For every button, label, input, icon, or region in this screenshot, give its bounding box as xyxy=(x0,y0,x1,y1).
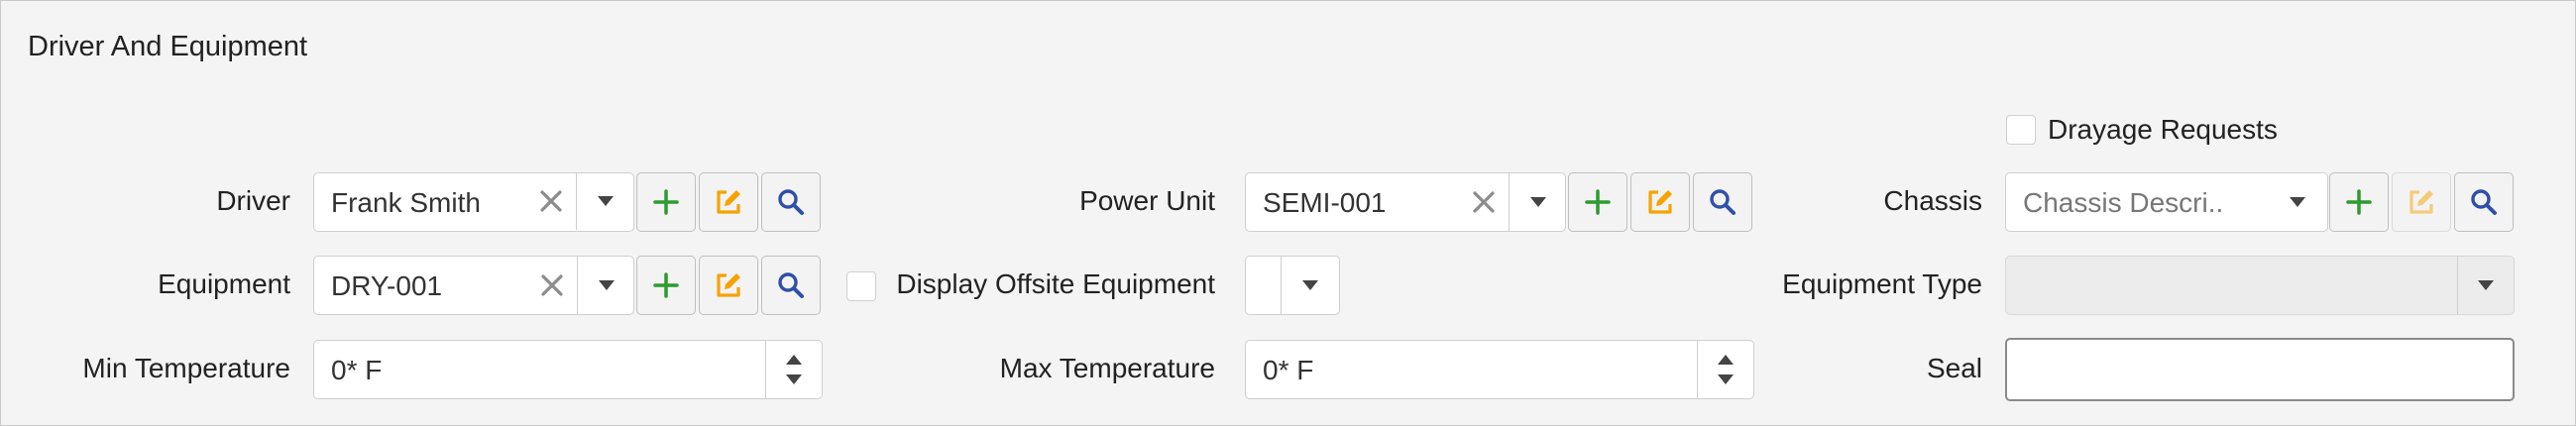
plus-icon xyxy=(653,189,679,215)
power-unit-label: Power Unit xyxy=(1079,185,1215,216)
driver-combobox[interactable]: Frank Smith xyxy=(313,172,634,232)
equipment-edit-button[interactable] xyxy=(699,256,758,315)
display-offsite-equipment-checkbox[interactable] xyxy=(846,271,876,301)
min-temperature-value: 0* F xyxy=(331,355,383,385)
spinner-arrows-icon[interactable] xyxy=(1698,341,1753,398)
spinner-arrows-icon[interactable] xyxy=(766,341,822,398)
plus-icon xyxy=(2346,189,2372,215)
chevron-down-icon[interactable] xyxy=(1510,173,1567,231)
search-icon xyxy=(1710,189,1736,215)
increment-arrow[interactable] xyxy=(1718,355,1734,365)
chassis-placeholder: Chassis Descri... xyxy=(2023,187,2221,218)
chevron-down-icon[interactable] xyxy=(2269,173,2326,231)
drayage-requests-label: Drayage Requests xyxy=(2048,114,2278,145)
chevron-down-icon[interactable] xyxy=(2458,257,2514,314)
equipment-type-label: Equipment Type xyxy=(1782,268,1982,299)
min-temperature-input[interactable]: 0* F xyxy=(313,340,823,399)
edit-icon xyxy=(717,273,740,297)
decrement-arrow[interactable] xyxy=(786,374,802,384)
chassis-add-button[interactable] xyxy=(2329,172,2389,232)
max-temperature-input[interactable]: 0* F xyxy=(1245,340,1754,399)
power-unit-edit-button[interactable] xyxy=(1630,172,1690,232)
seal-label: Seal xyxy=(1926,353,1982,383)
driver-search-button[interactable] xyxy=(761,172,821,232)
plus-icon xyxy=(1585,189,1611,215)
power-unit-combobox[interactable]: SEMI-001 xyxy=(1245,172,1566,232)
chassis-dropdown-toggle[interactable] xyxy=(2269,172,2328,232)
equipment-label: Equipment xyxy=(158,268,290,299)
driver-add-button[interactable] xyxy=(636,172,696,232)
increment-arrow[interactable] xyxy=(786,355,802,365)
plus-icon xyxy=(653,272,679,298)
chassis-search-button[interactable] xyxy=(2454,172,2514,232)
power-unit-search-button[interactable] xyxy=(1693,172,1752,232)
equipment-search-button[interactable] xyxy=(761,256,821,315)
driver-value: Frank Smith xyxy=(331,187,481,218)
edit-icon xyxy=(1648,190,1672,214)
section-title: Driver And Equipment xyxy=(28,31,308,62)
power-unit-add-button[interactable] xyxy=(1568,172,1627,232)
max-temperature-label: Max Temperature xyxy=(999,353,1215,383)
power-unit-value: SEMI-001 xyxy=(1263,187,1387,218)
close-icon[interactable] xyxy=(1464,173,1504,231)
equipment-add-button[interactable] xyxy=(636,256,696,315)
equipment-combobox[interactable]: DRY-001 xyxy=(313,256,634,315)
min-temperature-label: Min Temperature xyxy=(82,353,290,383)
chassis-label: Chassis xyxy=(1883,185,1982,216)
equipment-value: DRY-001 xyxy=(331,270,443,301)
chevron-down-icon[interactable] xyxy=(578,257,635,314)
driver-clear-icon[interactable] xyxy=(844,173,884,231)
driver-label: Driver xyxy=(216,185,290,216)
search-icon xyxy=(2471,189,2497,215)
search-icon xyxy=(778,272,804,298)
decrement-arrow[interactable] xyxy=(1718,374,1734,384)
search-icon xyxy=(778,189,804,215)
driver-equipment-panel: Driver And Equipment Driver Frank Smith … xyxy=(0,0,2576,426)
seal-input[interactable] xyxy=(2005,338,2515,401)
display-offsite-equipment-label: Display Offsite Equipment xyxy=(896,268,1215,299)
edit-icon xyxy=(717,190,740,214)
chassis-combobox[interactable]: Chassis Descri... xyxy=(2005,172,2273,232)
max-temperature-value: 0* F xyxy=(1263,355,1314,385)
chassis-edit-button[interactable] xyxy=(2392,172,2451,232)
close-icon[interactable] xyxy=(532,257,572,314)
equipment-type-select[interactable] xyxy=(2005,256,2515,315)
edit-icon xyxy=(2409,190,2433,214)
chevron-down-icon[interactable] xyxy=(1282,257,1339,314)
drayage-requests-checkbox[interactable] xyxy=(2006,115,2036,145)
offsite-dropdown[interactable] xyxy=(1245,256,1340,315)
driver-edit-button[interactable] xyxy=(699,172,758,232)
